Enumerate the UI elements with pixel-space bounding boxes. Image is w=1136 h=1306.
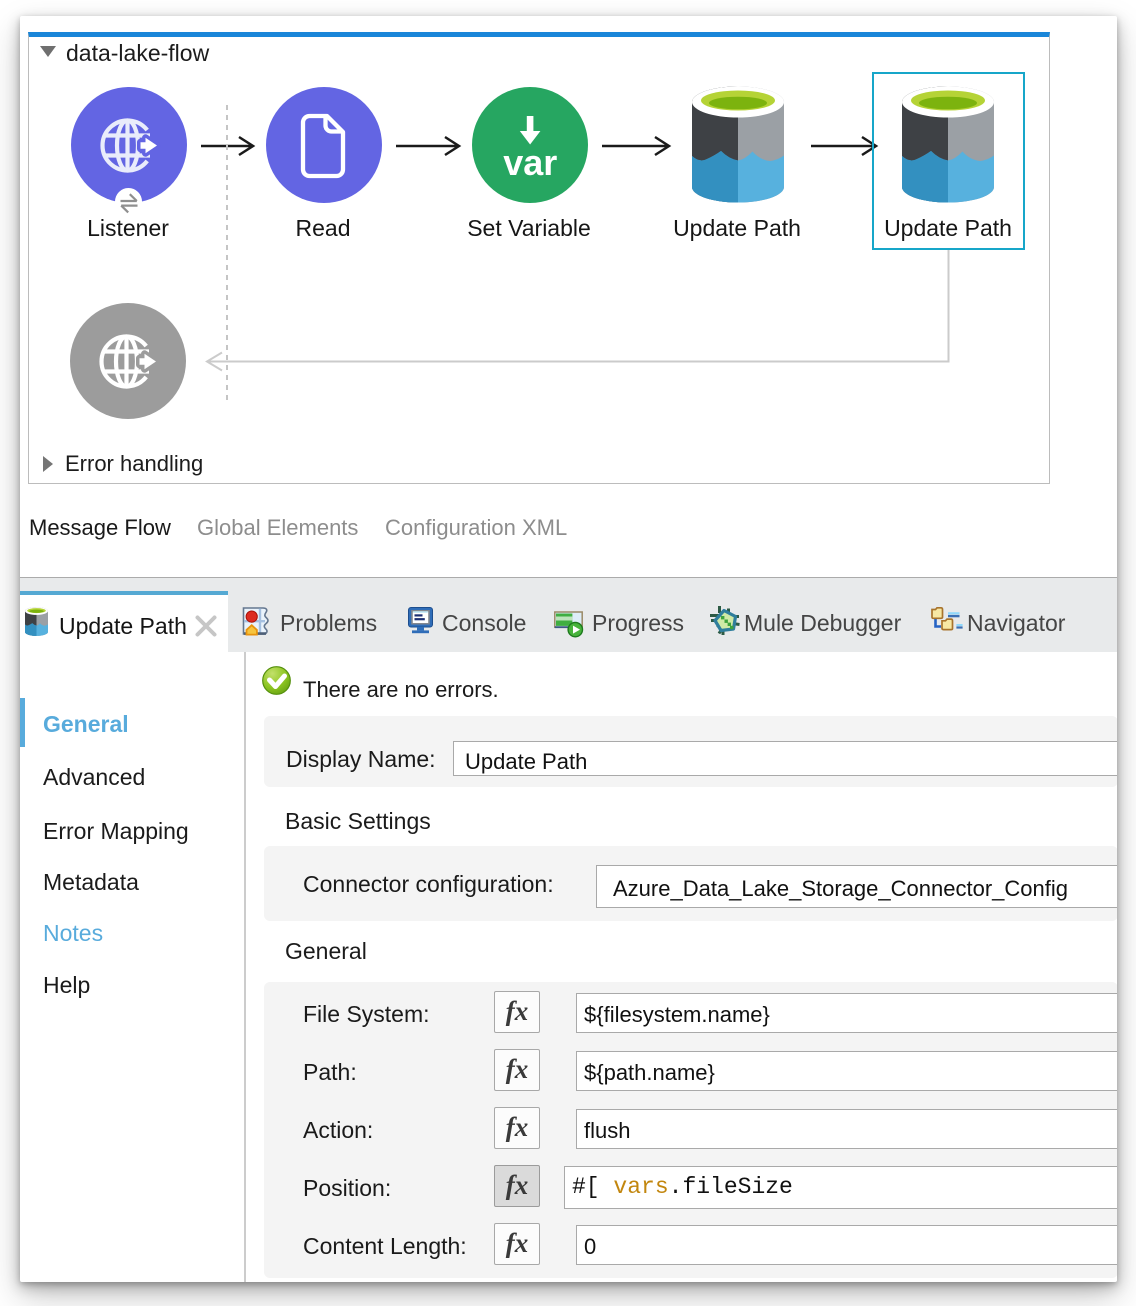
svg-text:var: var	[503, 142, 557, 183]
